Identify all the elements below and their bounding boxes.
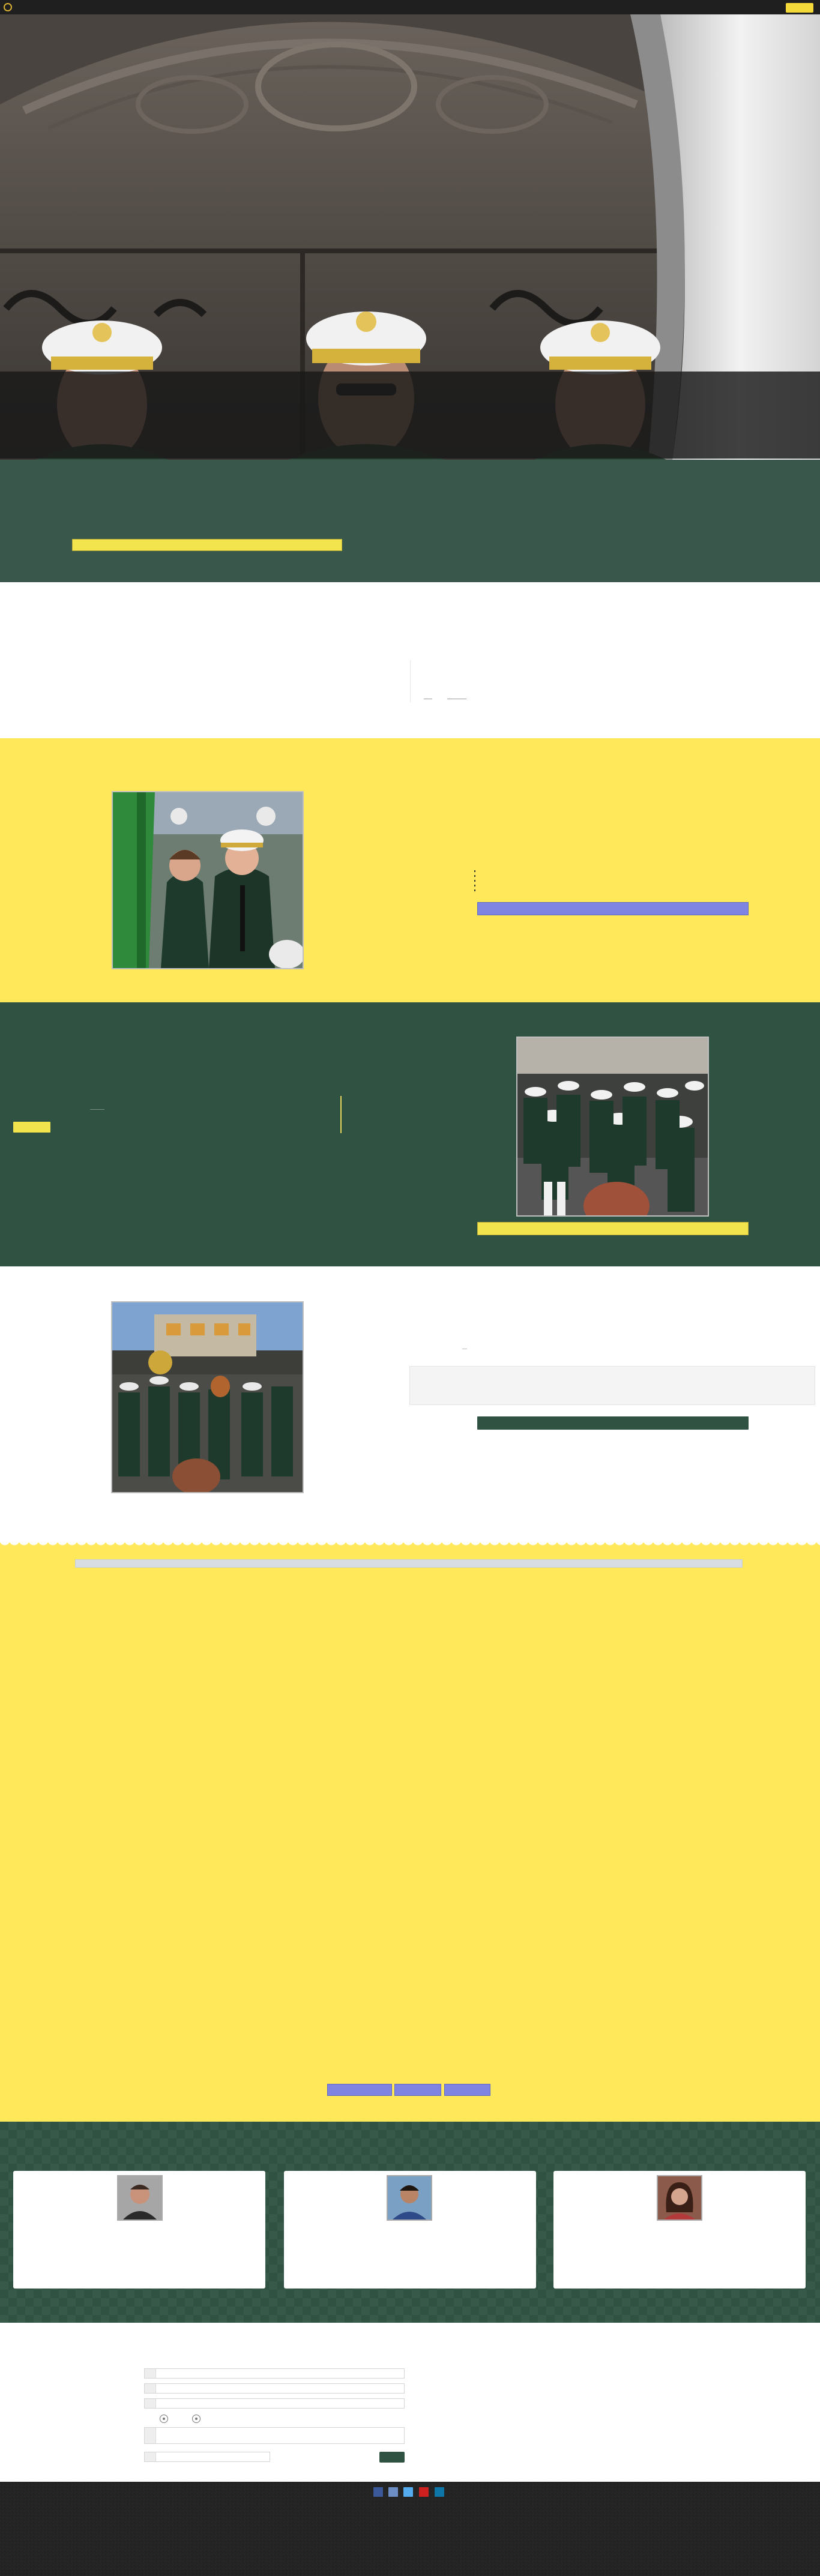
- marching-band-parade-photo: [516, 1037, 709, 1217]
- intro-cta-bar[interactable]: [72, 539, 342, 551]
- quote-bar: [340, 1096, 342, 1133]
- divider: [90, 1109, 104, 1110]
- section-green-link-button[interactable]: [13, 1122, 50, 1133]
- twitter-bird-icon[interactable]: [403, 2487, 413, 2497]
- section-green-button[interactable]: [477, 1222, 749, 1235]
- form-field-2[interactable]: [144, 2383, 405, 2394]
- section-yellow-button[interactable]: [477, 902, 749, 915]
- form-captcha-field[interactable]: [144, 2452, 270, 2462]
- section-yellow-large-bar: [75, 1559, 743, 1568]
- submit-button[interactable]: [379, 2452, 405, 2463]
- radio-option-1[interactable]: [160, 2415, 168, 2423]
- band-marching-street-photo: [111, 1301, 304, 1493]
- menu-button[interactable]: [786, 3, 813, 13]
- form-message-field[interactable]: [144, 2427, 405, 2444]
- scallop-divider: [0, 1540, 820, 1550]
- linkedin-icon[interactable]: [435, 2487, 444, 2497]
- students-with-flag-photo: [112, 791, 304, 969]
- radio-option-2[interactable]: [192, 2415, 200, 2423]
- contact-form-section: [0, 2323, 820, 2482]
- yellow-large-button-3[interactable]: [444, 2084, 490, 2096]
- yellow-large-button-2[interactable]: [394, 2084, 441, 2096]
- hero-photo: [0, 14, 820, 460]
- yellow-large-button-1[interactable]: [327, 2084, 392, 2096]
- hero-caption-overlay: [0, 372, 820, 459]
- twitter-icon[interactable]: [388, 2487, 398, 2497]
- man-portrait-photo: [117, 2175, 163, 2221]
- band-crest-icon[interactable]: [4, 3, 12, 11]
- dotted-divider: [474, 870, 475, 893]
- youtube-icon[interactable]: [419, 2487, 429, 2497]
- form-field-1[interactable]: [144, 2368, 405, 2379]
- section-yellow-large: [0, 1542, 820, 2122]
- top-bar: [0, 0, 820, 14]
- form-field-3[interactable]: [144, 2398, 405, 2409]
- woman-portrait-photo: [657, 2175, 702, 2221]
- divider: [410, 660, 411, 702]
- facebook-icon[interactable]: [373, 2487, 383, 2497]
- young-man-portrait-photo: [387, 2175, 432, 2221]
- section-white-button[interactable]: [477, 1416, 749, 1430]
- intro-band: [0, 460, 820, 582]
- info-box: [409, 1366, 815, 1405]
